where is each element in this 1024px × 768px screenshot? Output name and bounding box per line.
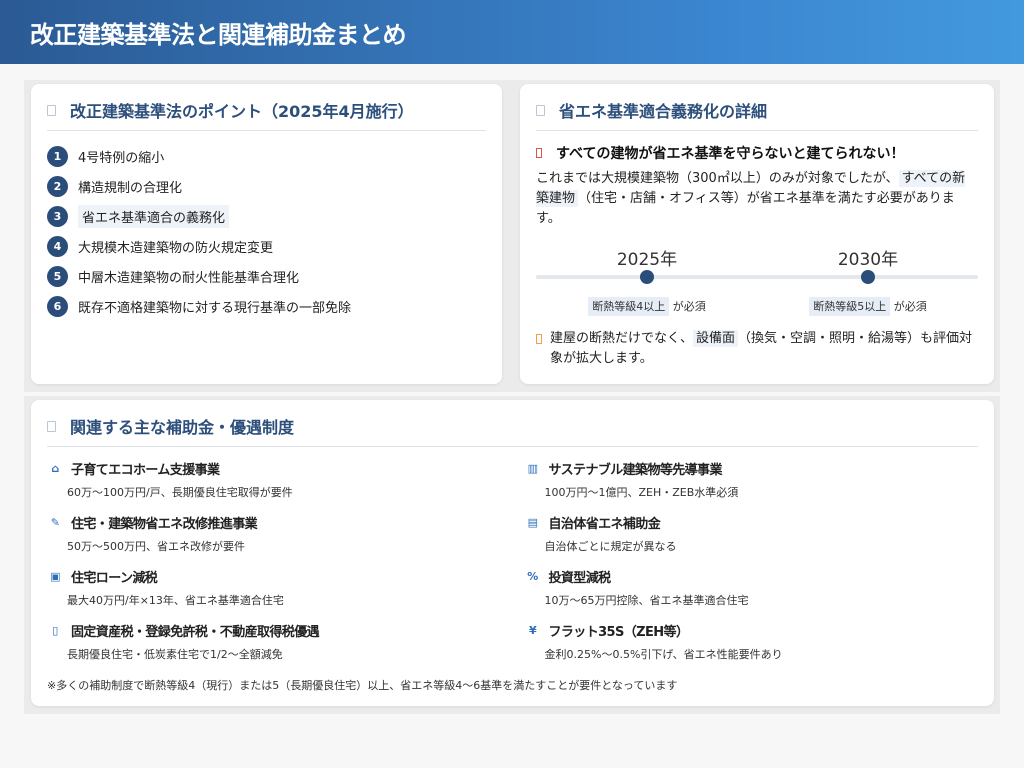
subsidy-name-row: ⌂ 子育てエコホーム支援事業 [47,459,501,478]
subsidy-name-row: ¥ フラット35S（ZEH等） [525,621,979,640]
alert-line: すべての建物が省エネ基準を守らないと建てられない！ [536,143,978,163]
point-text: 既存不適格建築物に対する現行基準の一部免除 [78,300,352,316]
note-text: 建屋の断熱だけでなく、 設備面 （換気・空調・照明・給湯等）も評価対象が拡大します。 [550,329,978,369]
point-text: 中層木造建築物の耐火性能基準合理化 [78,270,300,286]
subsidy-desc: 最大40万円/年×13年、省エネ基準適合住宅 [67,594,284,607]
timeline-node-2030: 2030年 断熱等級5以上 が必須 [803,245,933,316]
highlight-equipment: 設備面 [693,330,739,347]
description: これまでは大規模建築物（300㎡以上）のみが対象でしたが、 すべての新築建物 （住宅… [536,169,978,229]
insulation-grade-tag: 断熱等級5以上 [809,297,891,316]
point-text: 構造規制の合理化 [78,180,183,196]
subsidy-name: フラット35S（ZEH等） [548,625,689,640]
subsidy-name-row: ▣ 住宅ローン減税 [47,567,501,586]
timeline-label: 断熱等級4以上 が必須 [582,297,712,316]
house-icon: ⌂ [51,462,59,475]
subsidy-desc: 金利0.25%～0.5%引下げ、省エネ性能要件あり [544,648,783,661]
city-icon: ▤ [527,516,538,529]
alert-text: すべての建物が省エネ基準を守らないと建てられない！ [556,146,905,162]
loan-icon: ▣ [50,570,60,583]
point-text-highlighted: 省エネ基準適合の義務化 [78,204,230,228]
subsidy-name: 自治体省エネ補助金 [548,517,661,532]
points-card-title: 改正建築基準法のポイント（2025年4月施行） [47,98,486,131]
points-list: 1 4号特例の縮小 2 構造規制の合理化 3 省エネ基準適合の義務化 4 大規模木造建築… [47,141,486,321]
subsidy-name: 投資型減税 [548,571,612,586]
number-badge: 2 [47,175,68,197]
subsidy-card: 関連する主な補助金・優遇制度 ⌂ 子育てエコホーム支援事業 60万～100万円/戸… [31,400,994,706]
subsidy-card-title: 関連する主な補助金・優遇制度 [47,414,978,447]
subsidy-desc: 長期優良住宅・低炭素住宅で1/2～全額減免 [67,648,283,661]
subsidy-name: 固定資産税・登録免許税・不動産取得税優遇 [71,625,320,640]
list-icon [47,104,56,116]
energy-card-title: 省エネ基準適合義務化の詳細 [536,98,978,131]
timeline-node-2025: 2025年 断熱等級4以上 が必須 [582,245,712,316]
subsidy-name: 子育てエコホーム支援事業 [71,463,220,478]
list-item: ¥ フラット35S（ZEH等） 金利0.25%～0.5%引下げ、省エネ性能要件あり [525,621,979,675]
timeline-label: 断熱等級5以上 が必須 [803,297,933,316]
energy-card-title-text: 省エネ基準適合義務化の詳細 [559,102,768,121]
tools-icon: ✎ [50,516,60,529]
list-item: % 投資型減税 10万～65万円控除、省エネ基準適合住宅 [525,567,979,621]
coins-icon [47,420,56,432]
point-text: 大規模木造建築物の防火規定変更 [78,240,274,256]
subsidy-name: 住宅ローン減税 [71,571,158,586]
subsidy-card-title-text: 関連する主な補助金・優遇制度 [70,418,295,437]
list-item: 3 省エネ基準適合の義務化 [47,201,486,231]
list-item: ⌂ 子育てエコホーム支援事業 60万～100万円/戸、長期優良住宅取得が要件 [47,459,501,513]
description-part: （住宅・店舗・オフィス等）が省エネ基準を満たす必要があります。 [536,191,955,226]
energy-card: 省エネ基準適合義務化の詳細 すべての建物が省エネ基準を守らないと建てられない！ … [520,84,994,384]
subsidy-desc: 100万円～1億円、ZEH・ZEB水準必須 [544,486,739,499]
list-item: ▯ 固定資産税・登録免許税・不動産取得税優遇 長期優良住宅・低炭素住宅で1/2～全… [47,621,501,675]
timeline-dot [640,270,654,284]
list-item: ▤ 自治体省エネ補助金 自治体ごとに規定が異なる [525,513,979,567]
subsidy-name-row: ✎ 住宅・建築物省エネ改修推進事業 [47,513,501,532]
subsidy-desc: 50万～500万円、省エネ改修が要件 [67,540,245,553]
warning-icon [536,148,542,158]
building-icon: ▥ [527,462,538,475]
list-item: ▣ 住宅ローン減税 最大40万円/年×13年、省エネ基準適合住宅 [47,567,501,621]
subsidy-desc: 60万～100万円/戸、長期優良住宅取得が要件 [67,486,293,499]
subsidy-grid: ⌂ 子育てエコホーム支援事業 60万～100万円/戸、長期優良住宅取得が要件 ▥ サ… [47,459,978,675]
note-part: 建屋の断熱だけでなく、 [550,331,694,346]
timeline-year: 2025年 [616,250,678,270]
number-badge: 4 [47,235,68,257]
number-badge: 5 [47,265,68,287]
list-item: 2 構造規制の合理化 [47,171,486,201]
number-badge: 3 [47,205,68,227]
footnote: ※多くの補助制度で断熱等級4（現行）または5（長期優良住宅）以上、省エネ等級4～… [47,679,678,692]
timeline-suffix: が必須 [672,300,706,313]
percent-icon: % [527,570,538,583]
points-card: 改正建築基準法のポイント（2025年4月施行） 1 4号特例の縮小 2 構造規制の合… [31,84,502,384]
timeline: 2025年 断熱等級4以上 が必須 2030年 断熱等級5以上 が必須 [536,245,978,325]
note-line: 建屋の断熱だけでなく、 設備面 （換気・空調・照明・給湯等）も評価対象が拡大します。 [536,329,978,369]
list-item: ▥ サステナブル建築物等先導事業 100万円～1億円、ZEH・ZEB水準必須 [525,459,979,513]
points-card-title-text: 改正建築基準法のポイント（2025年4月施行） [70,102,414,121]
subsidy-name-row: ▯ 固定資産税・登録免許税・不動産取得税優遇 [47,621,501,640]
document-icon: ▯ [52,624,58,637]
number-badge: 6 [47,295,68,317]
info-icon [536,334,542,344]
leaf-icon [536,104,545,116]
insulation-grade-tag: 断熱等級4以上 [588,297,670,316]
subsidy-name: サステナブル建築物等先導事業 [548,463,723,478]
page-title: 改正建築基準法と関連補助金まとめ [30,20,407,49]
subsidy-desc: 10万～65万円控除、省エネ基準適合住宅 [544,594,749,607]
subsidy-name: 住宅・建築物省エネ改修推進事業 [71,517,258,532]
money-icon: ¥ [528,624,537,637]
list-item: 1 4号特例の縮小 [47,141,486,171]
description-part: これまでは大規模建築物（300㎡以上）のみが対象でしたが、 [536,171,899,186]
list-item: 6 既存不適格建築物に対する現行基準の一部免除 [47,291,486,321]
point-text: 4号特例の縮小 [78,150,165,166]
subsidy-name-row: % 投資型減税 [525,567,979,586]
subsidy-name-row: ▤ 自治体省エネ補助金 [525,513,979,532]
subsidy-name-row: ▥ サステナブル建築物等先導事業 [525,459,979,478]
header-bar: 改正建築基準法と関連補助金まとめ [0,0,1024,64]
timeline-dot [861,270,875,284]
list-item: 5 中層木造建築物の耐火性能基準合理化 [47,261,486,291]
list-item: ✎ 住宅・建築物省エネ改修推進事業 50万～500万円、省エネ改修が要件 [47,513,501,567]
list-item: 4 大規模木造建築物の防火規定変更 [47,231,486,261]
timeline-suffix: が必須 [893,300,927,313]
number-badge: 1 [47,145,68,167]
subsidy-desc: 自治体ごとに規定が異なる [544,540,677,553]
timeline-year: 2030年 [837,250,899,270]
